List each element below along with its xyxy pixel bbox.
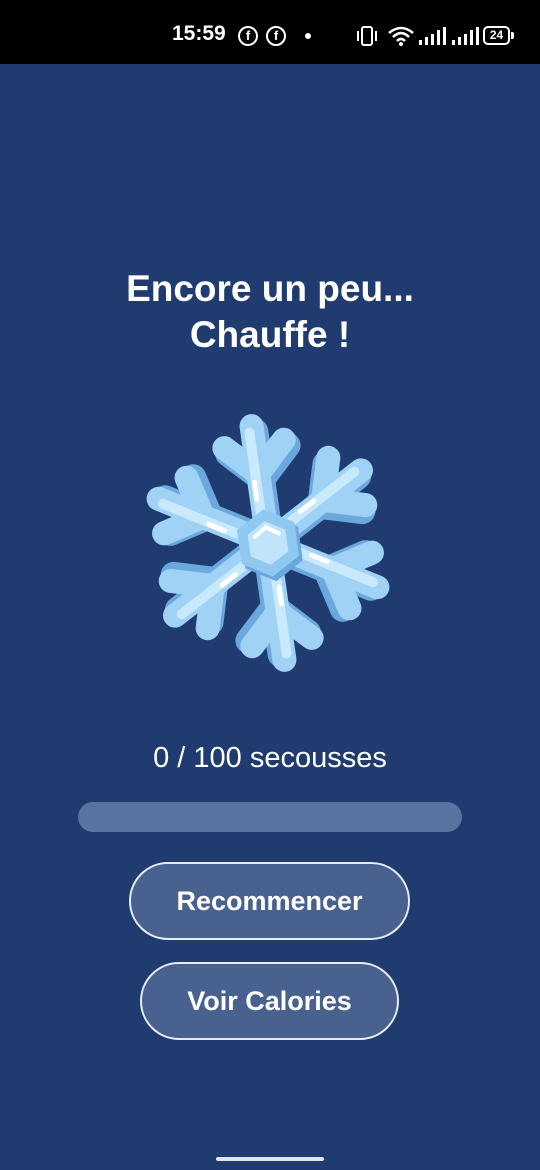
snowflake-icon <box>126 408 410 678</box>
title-line-1: Encore un peu... <box>126 268 414 309</box>
battery-level: 24 <box>483 26 510 45</box>
signal-icon <box>419 27 446 45</box>
page-title: Encore un peu... Chauffe ! <box>0 266 540 358</box>
battery-icon: 24 <box>483 26 515 45</box>
shake-counter: 0 / 100 secousses <box>153 742 387 774</box>
facebook-icon: f <box>266 26 286 46</box>
home-indicator[interactable] <box>216 1157 324 1161</box>
facebook-icon: f <box>238 26 258 46</box>
status-bar: 15:59 f f 24 <box>0 0 540 64</box>
wifi-icon <box>388 26 414 46</box>
signal-icon <box>452 27 479 45</box>
progress-bar <box>78 802 462 832</box>
status-time: 15:59 <box>172 22 226 45</box>
restart-button[interactable]: Recommencer <box>129 862 410 940</box>
view-calories-button[interactable]: Voir Calories <box>140 962 399 1040</box>
more-notifications-dot-icon <box>305 33 311 39</box>
vibrate-icon <box>357 26 377 46</box>
title-line-2: Chauffe ! <box>189 314 351 355</box>
